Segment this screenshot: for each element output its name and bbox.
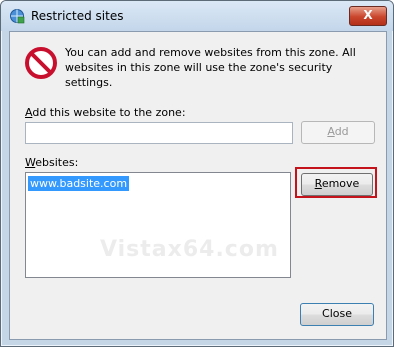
- watermark: Vistax64.com: [100, 237, 279, 262]
- zone-description: You can add and remove websites from thi…: [65, 46, 356, 89]
- title-bar[interactable]: Restricted sites X: [1, 1, 393, 31]
- add-website-input[interactable]: [25, 122, 293, 144]
- websites-list[interactable]: www.badsite.com: [25, 172, 291, 278]
- close-button[interactable]: Close: [300, 303, 374, 326]
- window-title: Restricted sites: [31, 9, 124, 23]
- no-entry-icon: [25, 47, 57, 79]
- list-item[interactable]: www.badsite.com: [28, 176, 130, 191]
- dialog-body: You can add and remove websites from thi…: [9, 31, 387, 340]
- remove-button[interactable]: Remove: [301, 173, 373, 196]
- add-button[interactable]: Add: [301, 121, 375, 144]
- restricted-sites-dialog: Restricted sites X You can add and remov…: [0, 0, 394, 347]
- add-website-label: Add this website to the zone:: [25, 106, 186, 119]
- websites-label: Websites:: [25, 156, 79, 169]
- internet-options-icon: [10, 9, 25, 24]
- window-close-button[interactable]: X: [349, 6, 387, 26]
